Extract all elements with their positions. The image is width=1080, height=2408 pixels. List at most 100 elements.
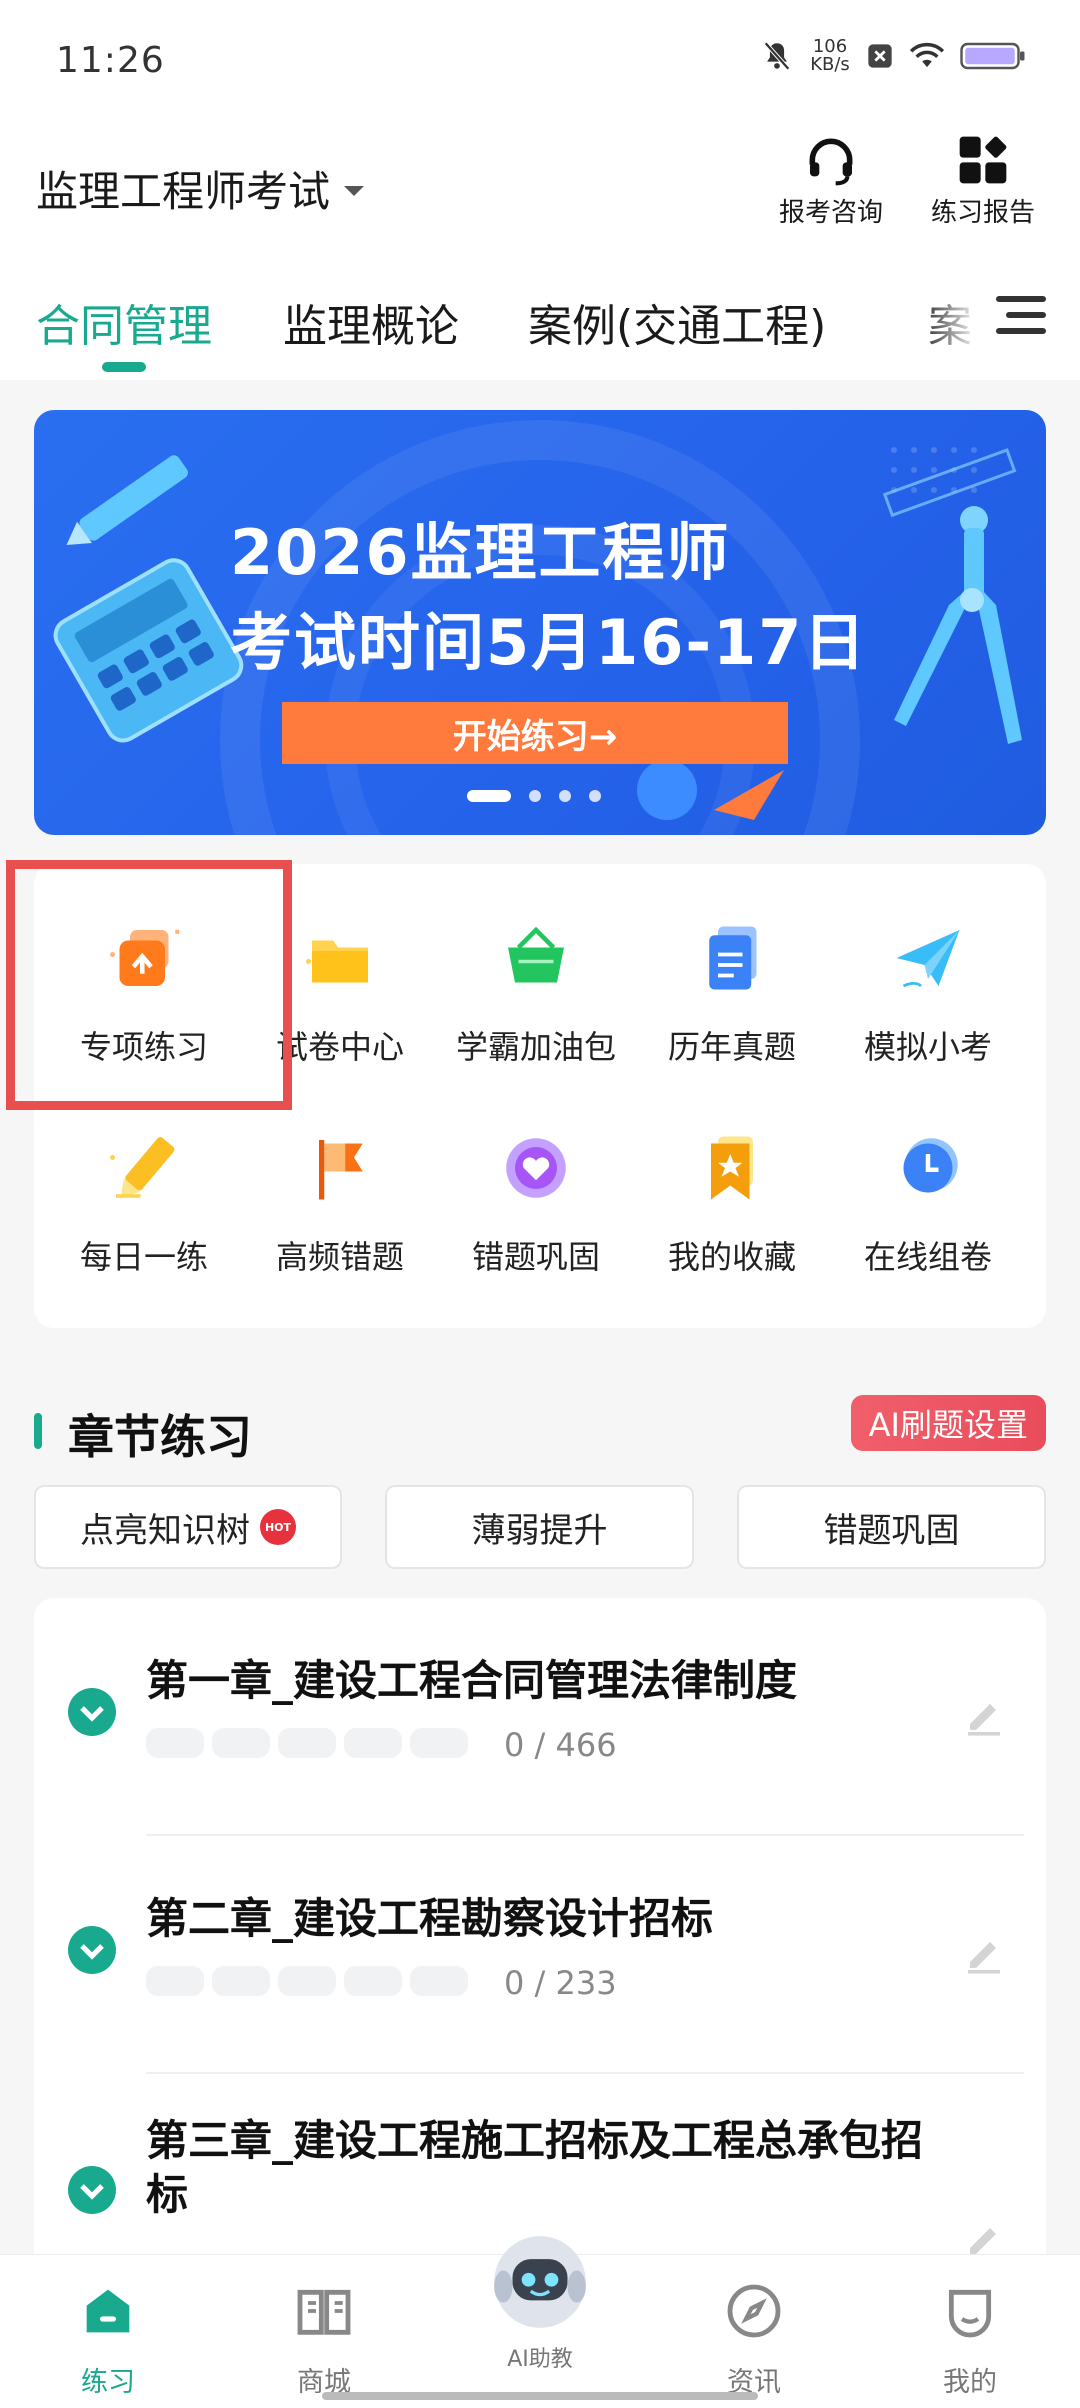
- top-bar: 监理工程师考试 报考咨询 练习报告: [0, 120, 1080, 250]
- clock-icon: [903, 1138, 958, 1193]
- heart-icon: [506, 1138, 566, 1198]
- status-icons: 106 KB/s: [760, 38, 1026, 74]
- feature-daily-practice[interactable]: 每日一练: [46, 1126, 242, 1278]
- network-speed: 106 KB/s: [810, 36, 850, 75]
- feature-label: 历年真题: [667, 1028, 796, 1066]
- edit-pencil-icon[interactable]: [960, 1928, 1008, 1976]
- banner-pagination: [467, 790, 601, 802]
- consult-label: 报考咨询: [778, 198, 883, 228]
- chapter-list: 第一章_建设工程合同管理法律制度 0 / 466 第二章_建设工程勘察设计招标 …: [34, 1598, 1046, 2298]
- tab-active-indicator: [102, 362, 146, 372]
- feature-my-favorites[interactable]: 我的收藏: [634, 1126, 830, 1278]
- nav-store[interactable]: 商城: [264, 2279, 384, 2399]
- pagination-dot: [559, 790, 571, 802]
- tab-case-traffic[interactable]: 案例(交通工程): [528, 290, 826, 354]
- consult-button[interactable]: 报考咨询: [766, 132, 896, 229]
- feature-label: 在线组卷: [863, 1238, 992, 1276]
- feature-label: 每日一练: [79, 1238, 208, 1276]
- filter-label: 错题巩固: [823, 1510, 960, 1551]
- feature-past-exams[interactable]: 历年真题: [634, 916, 830, 1068]
- home-icon: [86, 2289, 130, 2333]
- tab-supervision-overview[interactable]: 监理概论: [283, 290, 459, 354]
- filter-label: 薄弱提升: [471, 1510, 608, 1551]
- feature-label: 学霸加油包: [455, 1028, 616, 1066]
- grid-report-icon: [959, 136, 1007, 184]
- pagination-dot: [589, 790, 601, 802]
- chapter-progress-count: 0 / 233: [504, 1964, 617, 2002]
- nav-label: 练习: [81, 2367, 135, 2398]
- section-title: 章节练习: [68, 1410, 252, 1464]
- feature-study-boost-pack[interactable]: 学霸加油包: [438, 916, 634, 1068]
- nav-label: AI助教: [507, 2347, 573, 2372]
- divider: [146, 2072, 1024, 2074]
- nav-news[interactable]: 资讯: [694, 2279, 814, 2399]
- practice-report-label: 练习报告: [930, 198, 1035, 228]
- notification-close-icon: [868, 44, 892, 68]
- basket-icon: [508, 926, 564, 983]
- feature-label: 模拟小考: [863, 1028, 992, 1066]
- pencil-icon: [110, 1136, 175, 1199]
- edit-pencil-icon[interactable]: [960, 1690, 1008, 1738]
- expand-chevron-icon[interactable]: [68, 2166, 116, 2214]
- filter-weak-points[interactable]: 薄弱提升: [385, 1485, 694, 1569]
- feature-label: 我的收藏: [667, 1238, 796, 1276]
- chapter-title: 第三章_建设工程施工招标及工程总承包招标: [146, 2116, 924, 2219]
- pagination-dot-active: [467, 790, 511, 802]
- highlight-box: [6, 860, 292, 1110]
- compass-icon: [727, 2284, 781, 2338]
- paper-plane-icon: [896, 930, 960, 988]
- ai-practice-settings-button[interactable]: AI刷题设置: [850, 1395, 1046, 1451]
- feature-label: 错题巩固: [471, 1238, 600, 1276]
- feature-label: 高频错题: [275, 1238, 404, 1276]
- document-icon: [709, 926, 757, 990]
- chapter-practice-header: 章节练习 AI刷题设置: [34, 1395, 1046, 1465]
- chevron-down-icon: [344, 185, 365, 196]
- feature-frequent-mistakes[interactable]: 高频错题: [242, 1126, 438, 1278]
- nav-profile[interactable]: 我的: [910, 2279, 1030, 2399]
- expand-chevron-icon[interactable]: [68, 1926, 116, 1974]
- folder-icon: [306, 940, 368, 983]
- divider: [146, 1834, 1024, 1836]
- status-time: 11:26: [56, 40, 165, 81]
- bottom-navigation: 练习 商城 AI助教 资讯 我的: [0, 2236, 1080, 2408]
- promo-banner[interactable]: 2026监理工程师 考试时间5月16-17日 开始练习→: [34, 410, 1046, 835]
- banner-subheadline: 考试时间5月16-17日: [230, 606, 868, 679]
- nav-practice[interactable]: 练习: [48, 2279, 168, 2399]
- robot-icon: [494, 2236, 586, 2328]
- feature-mistake-review[interactable]: 错题巩固: [438, 1126, 634, 1278]
- nav-ai-assistant[interactable]: AI助教: [480, 2227, 600, 2373]
- hot-badge: HOT: [260, 1509, 296, 1545]
- exam-selector[interactable]: 监理工程师考试: [36, 158, 365, 219]
- status-bar: 11:26 106 KB/s: [0, 0, 1080, 120]
- pagination-dot: [529, 790, 541, 802]
- chapter-progress-bar: [146, 1728, 468, 1758]
- banner-headline: 2026监理工程师: [230, 516, 731, 589]
- tab-fade: [930, 280, 1000, 360]
- tab-contract-management[interactable]: 合同管理: [36, 290, 212, 354]
- tabs-menu-icon[interactable]: [996, 296, 1046, 336]
- chapter-progress-bar: [146, 1966, 468, 1996]
- subject-tabs: 合同管理 监理概论 案例(交通工程) 案: [0, 250, 1080, 380]
- gesture-bar[interactable]: [322, 2392, 758, 2400]
- section-accent-bar: [34, 1413, 42, 1449]
- feature-online-compose[interactable]: 在线组卷: [830, 1126, 1026, 1278]
- flag-icon: [319, 1140, 363, 1200]
- face-icon: [948, 2289, 992, 2338]
- banner-start-button[interactable]: 开始练习→: [282, 702, 788, 764]
- mute-bell-icon: [764, 41, 790, 71]
- filter-knowledge-tree[interactable]: 点亮知识树 HOT: [34, 1485, 342, 1569]
- chapter-title: 第二章_建设工程勘察设计招标: [146, 1894, 714, 1943]
- feature-mock-quiz[interactable]: 模拟小考: [830, 916, 1026, 1068]
- wifi-icon: [909, 42, 945, 68]
- battery-icon: [960, 42, 1025, 70]
- filter-label: 点亮知识树: [80, 1510, 250, 1551]
- filter-mistake-review[interactable]: 错题巩固: [737, 1485, 1046, 1569]
- nav-label: 我的: [943, 2367, 997, 2398]
- exam-title: 监理工程师考试: [36, 167, 331, 216]
- headset-icon: [809, 138, 853, 186]
- chapter-title: 第一章_建设工程合同管理法律制度: [146, 1656, 798, 1705]
- practice-report-button[interactable]: 练习报告: [918, 132, 1048, 229]
- bookmark-star-icon: [711, 1136, 753, 1200]
- expand-chevron-icon[interactable]: [68, 1688, 116, 1736]
- book-icon: [297, 2289, 351, 2335]
